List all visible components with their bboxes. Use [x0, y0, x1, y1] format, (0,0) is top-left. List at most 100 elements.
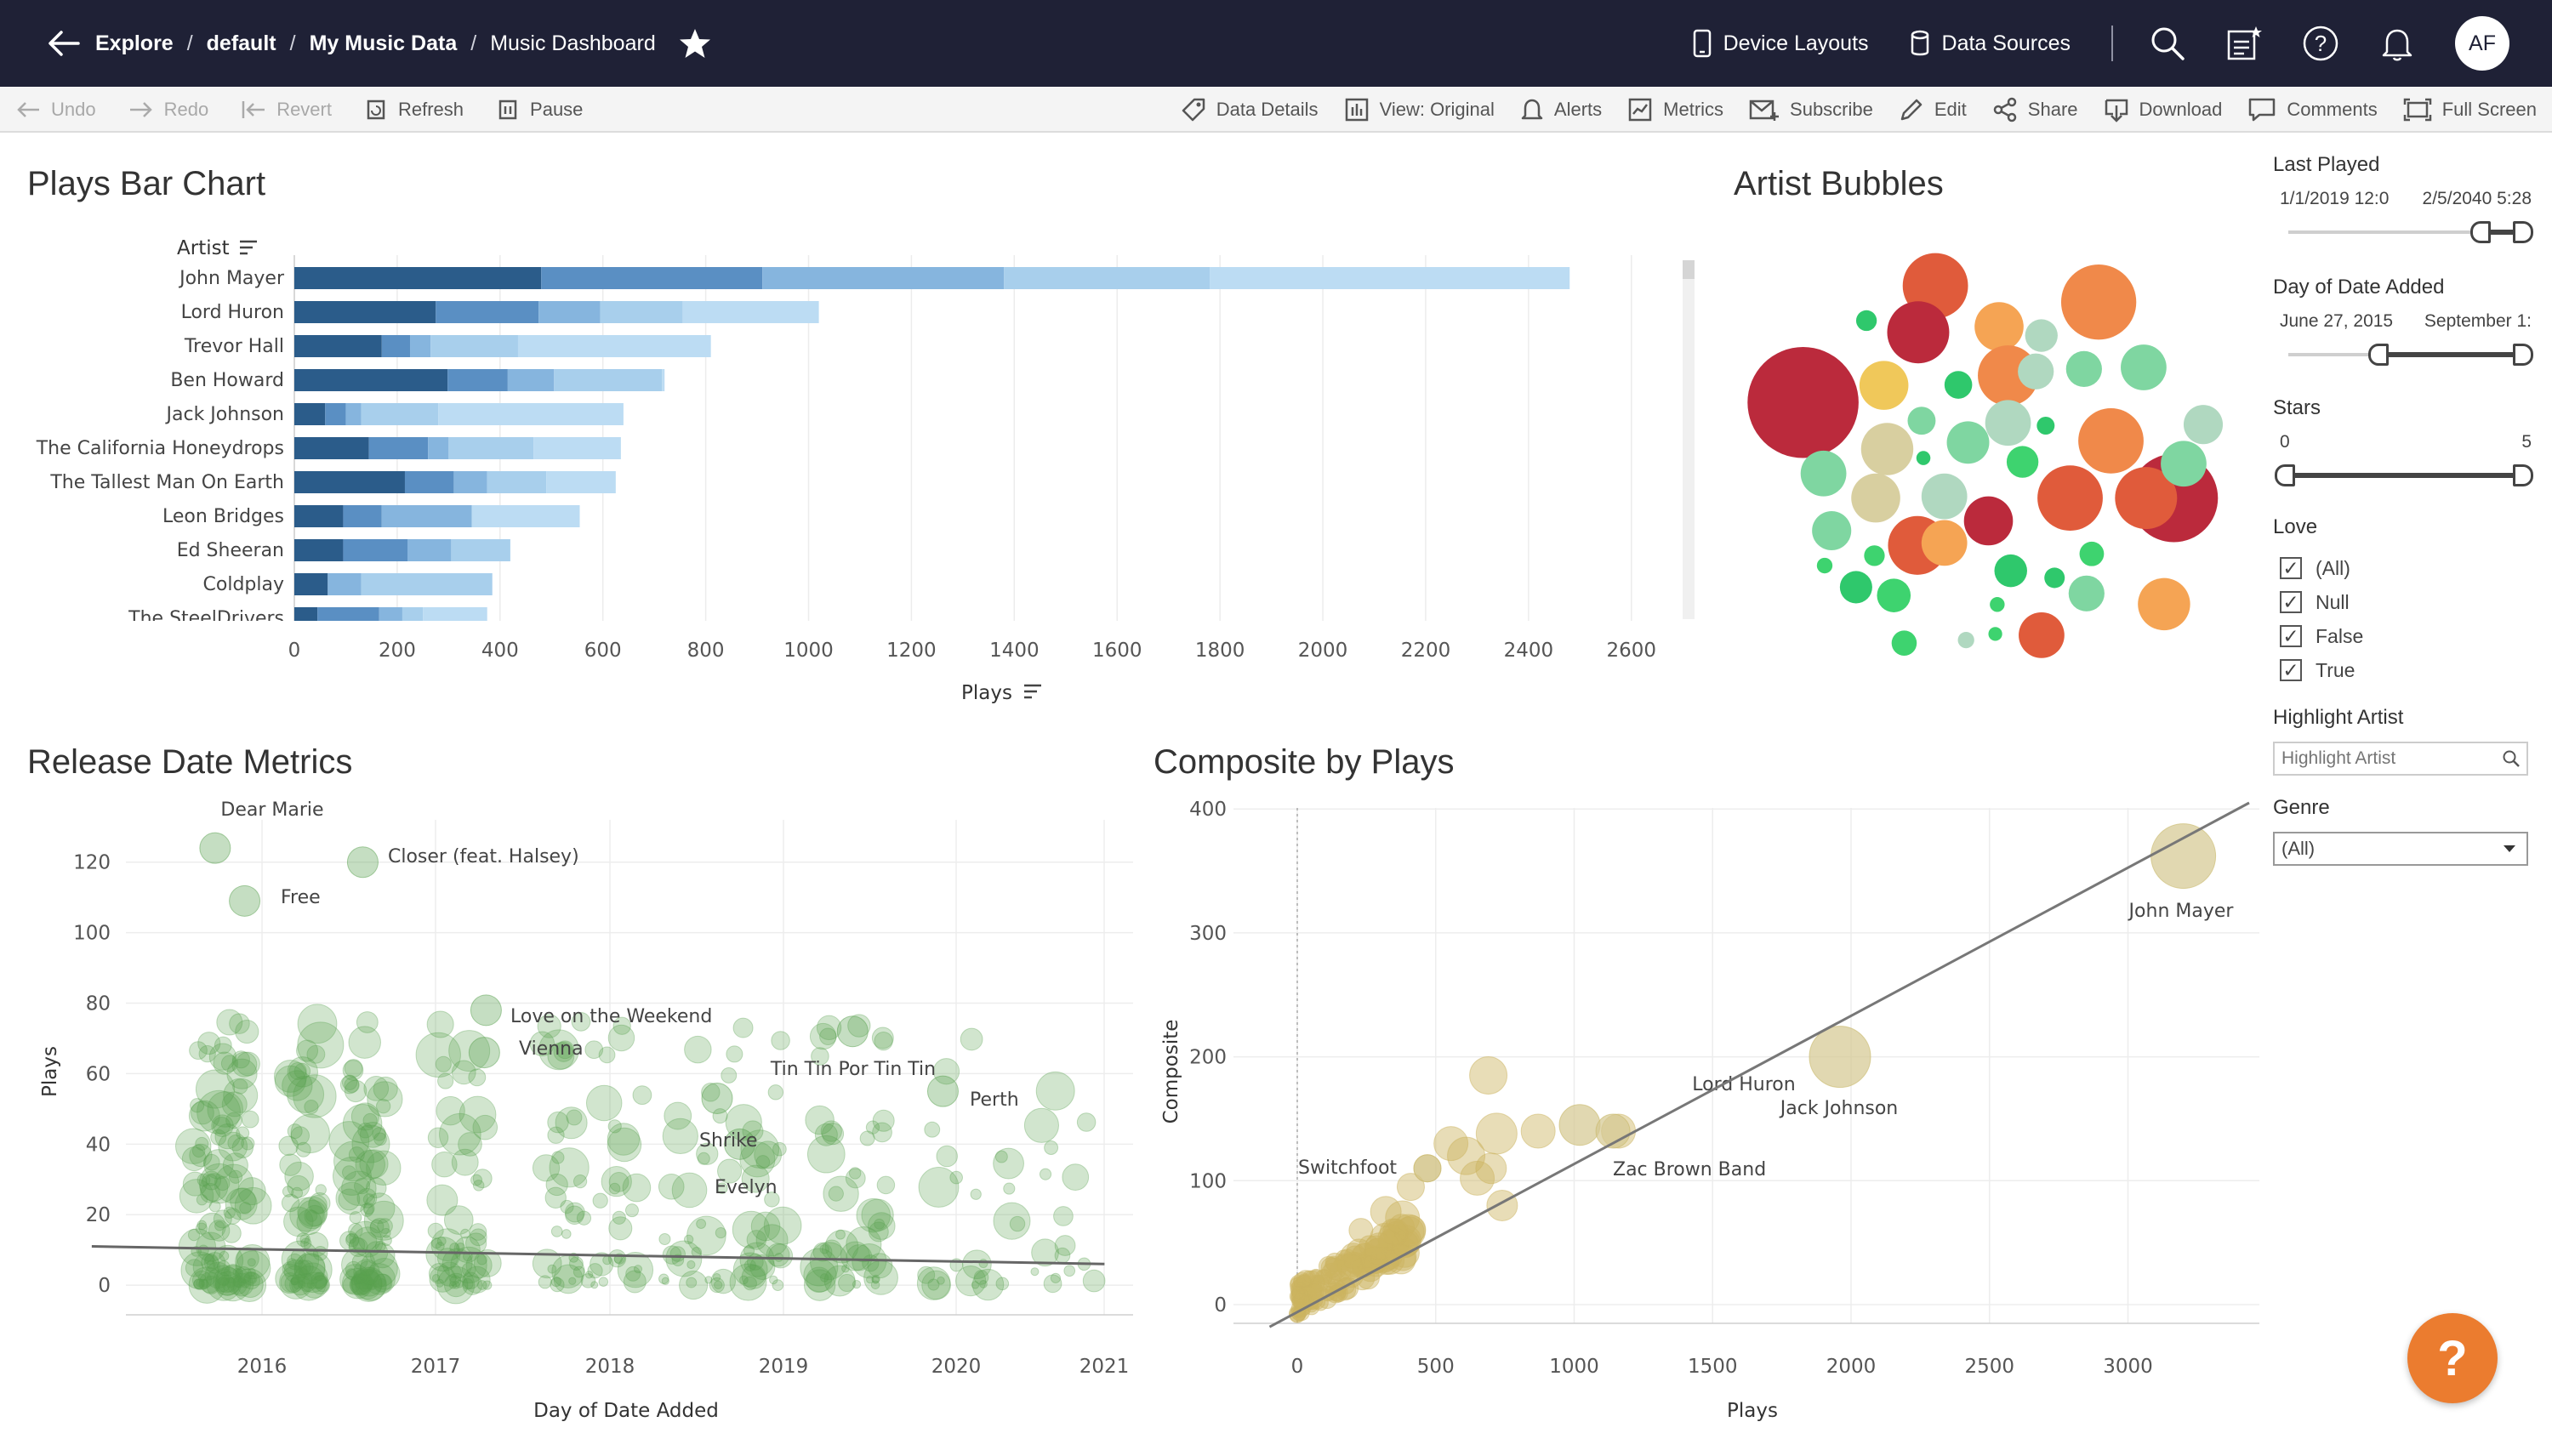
track-point: [1035, 1071, 1075, 1111]
undo-button[interactable]: Undo: [15, 99, 96, 121]
love-option-null[interactable]: ✓ Null: [2273, 585, 2537, 619]
notifications-bell-icon[interactable]: [2378, 25, 2416, 62]
data-sources-button[interactable]: Data Sources: [1910, 30, 2071, 57]
track-point: [236, 1247, 259, 1271]
last-played-from: 1/1/2019 12:0: [2280, 189, 2390, 208]
download-button[interactable]: Download: [2104, 97, 2222, 122]
subscribe-mail-icon: [1749, 100, 1780, 121]
track-point: [598, 1277, 609, 1287]
composite-by-plays-chart[interactable]: 0 100 200 300 400 0 500 1000 1500 2000 2500 3000 Pla…: [1148, 791, 2263, 1437]
love-option-all[interactable]: ✓ (All): [2273, 551, 2537, 585]
artist-bubble: [1988, 627, 2002, 641]
point-label: Jack Johnson: [1779, 1098, 1899, 1119]
artist-bubble: [1990, 597, 2005, 612]
revert-button[interactable]: Revert: [241, 99, 332, 121]
help-circle-icon[interactable]: ?: [2302, 25, 2339, 62]
tag-icon: [1182, 98, 1205, 122]
revert-label: Revert: [276, 99, 332, 120]
checkbox-checked-icon[interactable]: ✓: [2280, 591, 2302, 613]
watchlist-icon[interactable]: [2225, 25, 2263, 62]
track-point: [431, 1237, 442, 1249]
subscribe-button[interactable]: Subscribe: [1749, 97, 1873, 122]
search-icon[interactable]: [2149, 25, 2186, 62]
bar-segment: [294, 369, 448, 391]
highlight-artist-input[interactable]: [2281, 748, 2494, 769]
slider-handle-min[interactable]: [2470, 221, 2491, 243]
track-point: [622, 1173, 652, 1203]
breadcrumb-my-music-data[interactable]: My Music Data: [310, 31, 458, 56]
last-played-slider[interactable]: [2273, 219, 2537, 245]
checkbox-checked-icon[interactable]: ✓: [2280, 625, 2302, 647]
device-layouts-button[interactable]: Device Layouts: [1693, 29, 1869, 58]
data-details-button[interactable]: Data Details: [1181, 97, 1319, 122]
release-date-metrics-chart[interactable]: 0 20 40 60 80 100 120 2016 2017 2018 2019 2020 2021 D…: [0, 791, 1148, 1437]
bar-segment: [546, 471, 616, 493]
refresh-button[interactable]: Refresh: [364, 98, 464, 122]
genre-selected-value: (All): [2281, 838, 2316, 859]
breadcrumb-default[interactable]: default: [207, 31, 276, 56]
y-tick-label: 80: [86, 993, 111, 1015]
bar-segment: [423, 607, 487, 621]
favorite-star-icon[interactable]: [678, 26, 712, 60]
track-point: [349, 1211, 362, 1224]
slider-handle-min[interactable]: [2368, 344, 2389, 366]
slider-handle-min[interactable]: [2275, 464, 2295, 486]
last-played-label: Last Played: [2273, 153, 2380, 176]
artist-bubble: [2037, 465, 2103, 531]
checkbox-checked-icon[interactable]: ✓: [2280, 557, 2302, 579]
bar-segment: [410, 335, 431, 357]
track-point: [229, 1013, 250, 1034]
track-point: [691, 1247, 703, 1258]
track-point: [584, 1271, 594, 1279]
edit-button[interactable]: Edit: [1899, 97, 1967, 122]
plays-bar-chart[interactable]: 0 200 400 600 800 1000 1200 1400 1600 1800 2000 220…: [0, 221, 1710, 714]
share-button[interactable]: Share: [1992, 97, 2078, 122]
checkbox-checked-icon[interactable]: ✓: [2280, 659, 2302, 681]
track-point: [732, 1017, 754, 1038]
labeled-point: [468, 1037, 500, 1069]
track-point: [852, 1279, 862, 1289]
bar-segment: [402, 607, 424, 621]
bar-segment: [1004, 267, 1210, 289]
track-point: [339, 1231, 360, 1251]
track-point: [375, 1098, 391, 1114]
y-tick-label: 40: [86, 1134, 111, 1156]
track-point: [181, 1146, 207, 1172]
genre-dropdown[interactable]: (All): [2273, 832, 2528, 866]
breadcrumb-explore[interactable]: Explore: [95, 31, 174, 56]
redo-button[interactable]: Redo: [128, 99, 208, 121]
track-point: [431, 1151, 458, 1178]
track-point: [592, 1192, 608, 1209]
track-point: [373, 1273, 393, 1294]
slider-handle-max[interactable]: [2513, 464, 2533, 486]
artist-bubble: [1877, 578, 1911, 612]
back-arrow-icon[interactable]: [44, 24, 83, 63]
view-original-button[interactable]: View: Original: [1344, 97, 1495, 122]
x-tick-label: 2200: [1401, 640, 1451, 662]
love-option-false[interactable]: ✓ False: [2273, 619, 2537, 653]
stars-slider[interactable]: [2273, 463, 2537, 488]
point-label: Evelyn: [715, 1177, 778, 1198]
help-button[interactable]: ?: [2407, 1313, 2498, 1403]
love-option-label: Null: [2316, 590, 2350, 613]
svg-text:?: ?: [2315, 31, 2327, 56]
alerts-button[interactable]: Alerts: [1520, 97, 1602, 122]
bar-segment: [428, 437, 449, 459]
artist-bubbles-chart[interactable]: [1710, 221, 2237, 714]
bar-segment: [361, 573, 493, 595]
track-point: [437, 1072, 454, 1089]
love-option-true[interactable]: ✓ True: [2273, 653, 2537, 687]
artist-label: Ben Howard: [170, 370, 284, 391]
x-tick-label: 0: [288, 640, 301, 662]
full-screen-button[interactable]: Full Screen: [2403, 97, 2537, 122]
comments-button[interactable]: Comments: [2247, 97, 2378, 122]
day-added-slider[interactable]: [2273, 342, 2537, 367]
user-avatar[interactable]: AF: [2455, 16, 2509, 71]
x-tick-label: 400: [481, 640, 519, 662]
slider-handle-max[interactable]: [2513, 221, 2533, 243]
x-tick-label: 1500: [1688, 1356, 1738, 1378]
metrics-button[interactable]: Metrics: [1627, 97, 1723, 122]
pause-button[interactable]: Pause: [496, 98, 583, 122]
slider-handle-max[interactable]: [2513, 344, 2533, 366]
love-label: Love: [2273, 515, 2318, 538]
